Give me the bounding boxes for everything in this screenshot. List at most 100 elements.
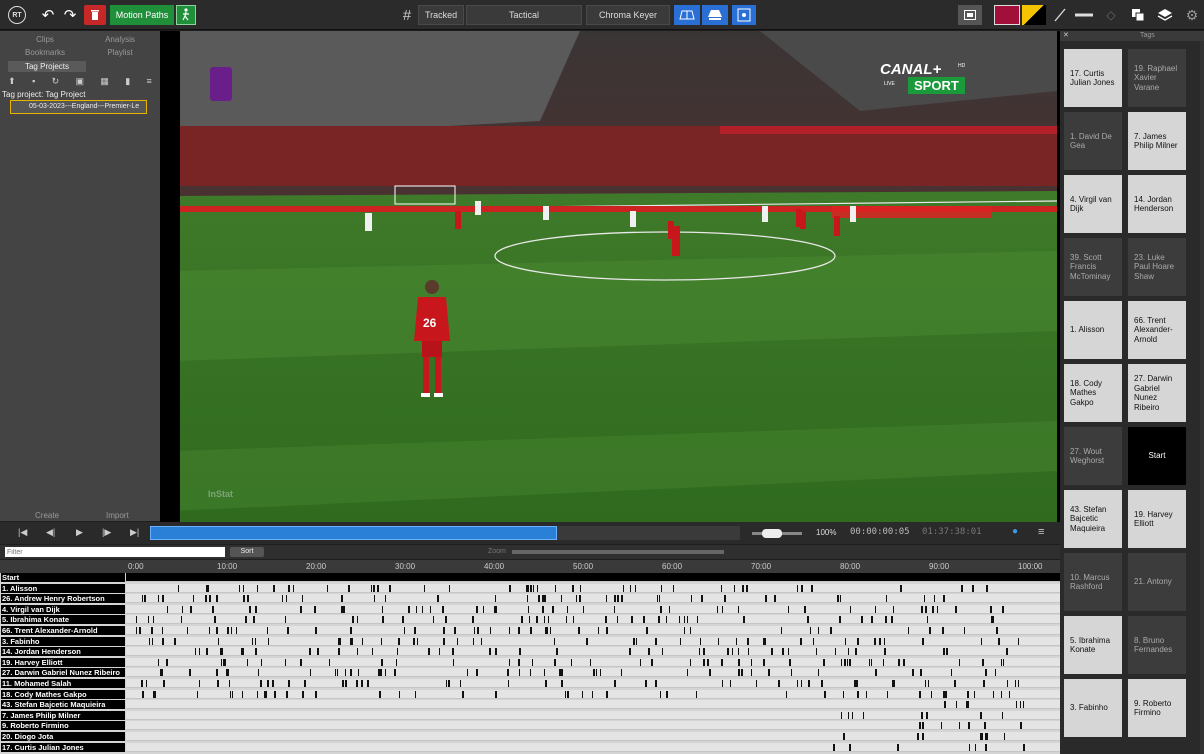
timeline-marker[interactable] <box>1005 648 1008 656</box>
image-icon[interactable]: ▣ <box>76 76 85 87</box>
app-logo[interactable]: RT <box>8 6 26 24</box>
timeline-marker[interactable] <box>260 658 262 666</box>
timeline-marker[interactable] <box>229 690 231 698</box>
timeline-marker[interactable] <box>1019 701 1021 709</box>
timeline-row[interactable]: 27. Darwin Gabriel Nunez Ribeiro <box>0 668 1060 678</box>
timeline-marker[interactable] <box>842 690 844 698</box>
timeline-marker[interactable] <box>669 605 671 613</box>
timeline-marker[interactable] <box>883 648 886 656</box>
timeline-marker[interactable] <box>212 605 214 613</box>
timeline-marker[interactable] <box>543 595 546 603</box>
timeline-lane[interactable] <box>126 657 1060 667</box>
tracked-dropdown[interactable]: Tracked <box>418 5 464 25</box>
timeline-marker[interactable] <box>282 595 284 603</box>
timeline-marker[interactable] <box>787 605 789 613</box>
timeline-marker[interactable] <box>797 680 799 687</box>
timeline-marker[interactable] <box>526 584 529 592</box>
timeline-marker[interactable] <box>804 605 807 613</box>
timeline-marker[interactable] <box>456 637 458 645</box>
timeline-marker[interactable] <box>742 584 745 592</box>
timeline-marker[interactable] <box>381 637 383 645</box>
timeline-marker[interactable] <box>933 595 935 603</box>
timeline-marker[interactable] <box>532 584 534 592</box>
timeline-marker[interactable] <box>606 595 608 603</box>
timeline-marker[interactable] <box>356 648 358 656</box>
timeline-marker[interactable] <box>762 658 765 666</box>
timeline-marker[interactable] <box>204 595 207 603</box>
timeline-marker[interactable] <box>660 584 662 592</box>
timeline-marker[interactable] <box>824 690 827 698</box>
timeline-row[interactable]: 1. Alisson <box>0 583 1060 593</box>
timeline-marker[interactable] <box>691 595 693 603</box>
timeline-marker[interactable] <box>937 605 939 613</box>
zoom-slider[interactable] <box>752 529 802 538</box>
timeline-marker[interactable] <box>645 627 648 634</box>
timeline-marker[interactable] <box>287 584 290 592</box>
timeline-marker[interactable] <box>551 605 554 613</box>
timeline-marker[interactable] <box>1003 733 1005 740</box>
tag-button[interactable]: 19. Raphael Xavier Varane <box>1128 49 1186 107</box>
timeline-marker[interactable] <box>288 680 291 687</box>
timeline-marker[interactable] <box>351 616 354 624</box>
timeline-marker[interactable] <box>414 627 417 634</box>
timeline-marker[interactable] <box>554 584 556 592</box>
tab-tag-projects[interactable]: Tag Projects <box>8 61 86 72</box>
timeline-marker[interactable] <box>835 648 837 656</box>
timeline-marker[interactable] <box>139 627 142 634</box>
timeline-marker[interactable] <box>575 595 577 603</box>
timeline-marker[interactable] <box>860 616 863 624</box>
timeline-marker[interactable] <box>807 680 810 687</box>
bookmark-icon[interactable]: ▮ <box>125 76 130 87</box>
timeline-marker[interactable] <box>509 627 511 634</box>
timeline-marker[interactable] <box>965 701 968 709</box>
settings-gear-icon[interactable]: ⚙ <box>1182 5 1202 25</box>
chart-icon[interactable]: ▦ <box>100 76 109 87</box>
timeline-marker[interactable] <box>912 669 915 677</box>
timeline-marker[interactable] <box>995 669 997 677</box>
timeline-marker[interactable] <box>631 616 634 624</box>
timeline-marker[interactable] <box>217 627 219 634</box>
timeline-marker[interactable] <box>565 616 567 624</box>
player-field-icon[interactable] <box>732 5 756 25</box>
timeline-marker[interactable] <box>865 690 867 698</box>
tag-button[interactable]: 8. Bruno Fernandes <box>1128 616 1186 674</box>
timeline-marker[interactable] <box>476 669 479 677</box>
timeline-marker[interactable] <box>701 595 704 603</box>
timeline-marker[interactable] <box>605 690 608 698</box>
timeline-marker[interactable] <box>1007 680 1009 687</box>
timeline-marker[interactable] <box>302 690 305 698</box>
timeline-marker[interactable] <box>1009 690 1011 698</box>
upload-icon[interactable]: ⬆ <box>8 76 16 87</box>
timeline-marker[interactable] <box>215 595 218 603</box>
zoom-slider-handle[interactable] <box>762 529 782 538</box>
timeline-marker[interactable] <box>272 680 275 687</box>
timeline-marker[interactable] <box>738 605 740 613</box>
player-walk-icon[interactable] <box>176 5 196 25</box>
timeline-lane[interactable] <box>126 668 1060 678</box>
timeline-marker[interactable] <box>178 584 180 592</box>
step-back-icon[interactable]: ◀| <box>46 527 55 538</box>
timeline-marker[interactable] <box>527 595 529 603</box>
timeline-marker[interactable] <box>921 637 924 645</box>
timeline-marker[interactable] <box>967 690 970 698</box>
motion-paths-button[interactable]: Motion Paths <box>110 5 174 25</box>
timeline-marker[interactable] <box>518 648 521 656</box>
timeline-marker[interactable] <box>251 637 253 645</box>
timeline-row[interactable]: 5. Ibrahima Konate <box>0 615 1060 625</box>
timeline-marker[interactable] <box>266 627 268 634</box>
timeline-marker[interactable] <box>821 680 824 687</box>
timeline-marker[interactable] <box>986 584 988 592</box>
timeline-marker[interactable] <box>340 605 343 613</box>
timeline-marker[interactable] <box>945 690 948 698</box>
timeline-marker[interactable] <box>416 605 418 613</box>
timeline-marker[interactable] <box>189 605 192 613</box>
timeline-marker[interactable] <box>350 669 353 677</box>
timeline-marker[interactable] <box>634 584 636 592</box>
tags-scrollbar[interactable] <box>1200 41 1204 754</box>
timeline-marker[interactable] <box>846 658 848 666</box>
timeline-marker[interactable] <box>856 637 859 645</box>
timeline-marker[interactable] <box>742 616 745 624</box>
copy-icon[interactable] <box>1126 5 1150 25</box>
timeline-marker[interactable] <box>272 584 275 592</box>
timeline-marker[interactable] <box>162 637 165 645</box>
